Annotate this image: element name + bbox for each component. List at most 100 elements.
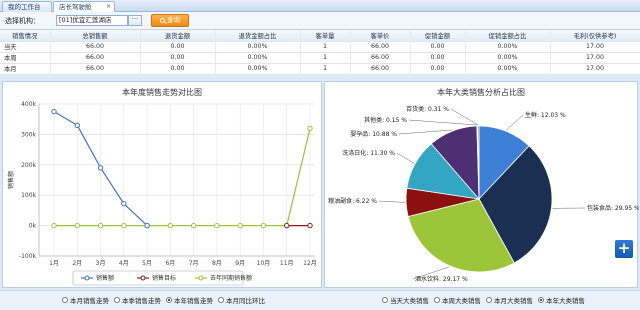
sales-trend-panel: 本年度销售走势对比图 -100k 0k 100k 200k 300k 400k 1月 2月 3月…	[2, 81, 322, 288]
data-point	[74, 122, 80, 128]
y-tick-label: -100k	[19, 253, 37, 260]
sales-trend-chart: -100k 0k 100k 200k 300k 400k 1月 2月 3月 4月 5月 6月 7月 8月 9…	[7, 101, 317, 286]
category-pie-chart: 生鲜: 12.03 % 包装食品: 29.95 % 酒水饮料: 29.17 % 粮油副…	[328, 105, 640, 283]
radio-label: 本年大类销售	[546, 297, 585, 305]
org-label: 选择机构：	[5, 17, 40, 25]
table-row[interactable]: 本月 66.00 0.00 0.00% 1 66.00 0.00 0.00% 17.00	[0, 63, 640, 75]
column-header[interactable]: 退货金额	[140, 30, 216, 42]
column-header[interactable]: 促销金额	[410, 30, 466, 42]
table-cell: 本周	[0, 52, 51, 64]
radio-unchecked-icon	[486, 297, 492, 303]
table-cell: 0.00%	[465, 52, 551, 64]
radio-option[interactable]: 本月同比环比	[218, 295, 265, 305]
radio-label: 本季销售走势	[122, 297, 161, 305]
radio-unchecked-icon	[62, 297, 68, 303]
table-row[interactable]: 当天 66.00 0.00 0.00% 1 66.00 0.00 0.00% 17.00	[0, 41, 640, 53]
radio-checked-icon	[166, 297, 172, 303]
radio-option[interactable]: 本年大类销售	[538, 295, 585, 305]
search-button-label: 查询	[167, 16, 180, 24]
radio-label: 本月大类销售	[494, 297, 533, 305]
table-cell: 0.00	[140, 63, 216, 75]
y-tick-label: 0k	[29, 223, 37, 230]
slice-label: 粮油副食: 6.22 %	[328, 197, 377, 205]
data-point	[307, 222, 313, 229]
table-cell: 66.00	[50, 41, 141, 53]
table-cell: 17.00	[550, 52, 640, 64]
data-point	[51, 222, 57, 229]
toolbar: 选择机构： [01]优宜汇莲湖店 ··· 查询	[0, 12, 640, 30]
table-cell: 17.00	[550, 41, 640, 53]
table-cell: 本月	[0, 63, 51, 75]
x-tick-label: 6月	[165, 260, 175, 267]
table-cell: 当天	[0, 41, 51, 53]
data-point	[284, 222, 290, 229]
radio-option[interactable]: 本季销售走势	[114, 295, 161, 305]
radio-option[interactable]: 本月大类销售	[486, 295, 533, 305]
org-input[interactable]: [01]优宜汇莲湖店	[56, 15, 128, 26]
search-button[interactable]: 查询	[151, 14, 189, 27]
table-cell: 0.00%	[465, 41, 551, 53]
category-share-panel: 本年大类销售分析占比图 生鲜: 12.03 % 包装食品: 29.95 % 酒水饮料…	[324, 81, 640, 288]
x-tick-label: 3月	[96, 260, 106, 267]
tab-workbench-label: 我的工作台	[8, 3, 41, 11]
column-header[interactable]: 退货金额占比	[215, 30, 301, 42]
slice-label: 包装食品: 29.95 %	[587, 204, 639, 212]
data-point	[144, 222, 150, 229]
leader-line	[506, 114, 524, 131]
radio-label: 本周大类销售	[442, 297, 481, 305]
radio-label: 本月销售走势	[70, 297, 109, 305]
data-point	[97, 222, 104, 229]
table-cell: 0.00	[140, 52, 216, 64]
data-point	[97, 165, 104, 171]
radio-unchecked-icon	[382, 297, 388, 303]
table-row[interactable]: 本周 66.00 0.00 0.00% 1 66.00 0.00 0.00% 17.00	[0, 52, 640, 64]
table-cell: 0.00	[410, 52, 466, 64]
table-cell: 0.00%	[465, 63, 551, 75]
column-header[interactable]: 总销售额	[50, 30, 141, 42]
radio-label: 本年销售走势	[174, 297, 213, 305]
radio-unchecked-icon	[114, 297, 120, 303]
series-line	[54, 128, 311, 227]
data-point	[121, 201, 127, 207]
x-tick-label: 10月	[257, 260, 271, 267]
add-button[interactable]: +	[615, 240, 633, 258]
x-tick-label: 7月	[189, 260, 199, 267]
table-cell: 66.00	[50, 52, 141, 64]
column-header[interactable]: 促销金额占比	[465, 30, 551, 42]
column-header[interactable]: 毛利(仅供参考)	[550, 30, 640, 42]
chart-options-bar: 本月销售走势 本季销售走势 本年销售走势 本月同比环比 当天大类销售 本周大类销售 本月大…	[0, 290, 640, 310]
sales-trend-title: 本年度销售走势对比图	[122, 88, 202, 97]
column-header[interactable]: 销售情况	[0, 30, 51, 42]
legend-label: 销售目标	[152, 274, 176, 282]
legend-marker	[84, 275, 90, 281]
radio-option[interactable]: 当天大类销售	[382, 295, 429, 305]
radio-label: 当天大类销售	[390, 297, 429, 305]
leader-line	[396, 152, 415, 164]
column-header[interactable]: 客单量	[300, 30, 351, 42]
column-header[interactable]: 客单价	[350, 30, 411, 42]
y-axis-label: 销售额	[7, 171, 15, 189]
x-tick-label: 11月	[280, 260, 294, 267]
radio-option[interactable]: 本月销售走势	[62, 295, 109, 305]
radio-option[interactable]: 本年销售走势	[166, 295, 213, 305]
close-icon[interactable]: ×	[106, 2, 111, 12]
y-tick-label: 300k	[21, 131, 36, 138]
y-tick-label: 100k	[21, 192, 36, 199]
table-cell: 66.00	[350, 41, 411, 53]
slice-label: 酒水饮料: 29.17 %	[415, 275, 468, 283]
y-tick-label: 400k	[21, 101, 36, 108]
table-cell: 66.00	[350, 52, 411, 64]
table-cell: 0.00%	[215, 41, 301, 53]
legend-label: 去年同期销售额	[210, 274, 252, 282]
category-share-title: 本年大类销售分析占比图	[437, 88, 525, 97]
tab-workbench[interactable]: 我的工作台	[2, 1, 52, 12]
slice-label: 婴孕品: 10.88 %	[350, 131, 397, 138]
leader-line	[450, 108, 479, 126]
radio-unchecked-icon	[434, 297, 440, 303]
search-icon	[160, 18, 165, 23]
browse-button[interactable]: ···	[128, 15, 142, 26]
radio-option[interactable]: 本周大类销售	[434, 295, 481, 305]
slice-label: 生鲜: 12.03 %	[525, 111, 566, 119]
tab-manager-cockpit[interactable]: 店长驾驶舱 ×	[53, 1, 115, 12]
table-cell: 0.00	[410, 63, 466, 75]
